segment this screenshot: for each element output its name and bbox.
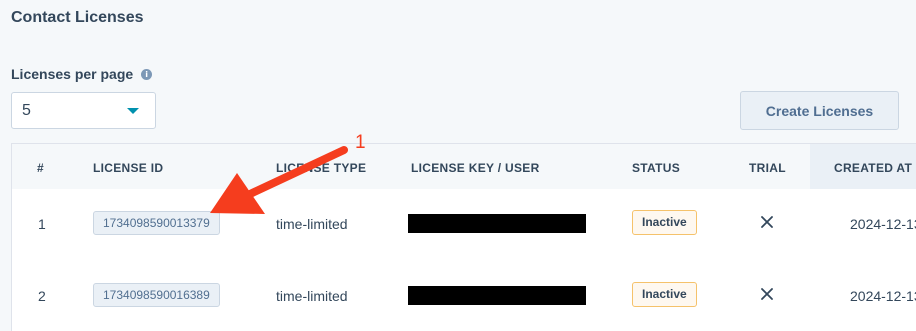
licenses-per-page-select[interactable]: 5 bbox=[11, 92, 156, 129]
licenses-table: # LICENSE ID LICENSE TYPE LICENSE KEY / … bbox=[11, 143, 916, 331]
x-icon bbox=[761, 288, 773, 300]
table-row: 2 1734098590016389 time-limited Inactive… bbox=[12, 261, 916, 331]
status-badge: Inactive bbox=[632, 210, 697, 235]
info-icon[interactable]: i bbox=[141, 68, 153, 80]
chevron-down-icon bbox=[127, 108, 139, 114]
select-value: 5 bbox=[22, 102, 31, 119]
table-header: # LICENSE ID LICENSE TYPE LICENSE KEY / … bbox=[12, 144, 916, 190]
col-header-number[interactable]: # bbox=[37, 161, 44, 175]
table-row: 1 1734098590013379 time-limited Inactive… bbox=[12, 189, 916, 262]
x-icon bbox=[761, 216, 773, 228]
licenses-per-page-text: Licenses per page bbox=[11, 66, 134, 82]
col-header-trial[interactable]: TRIAL bbox=[749, 161, 786, 175]
annotation-number: 1 bbox=[355, 132, 366, 153]
col-header-license-key[interactable]: LICENSE KEY / USER bbox=[411, 161, 540, 175]
create-licenses-button[interactable]: Create Licenses bbox=[740, 91, 899, 130]
redacted-license-key bbox=[408, 214, 586, 233]
license-id-tag[interactable]: 1734098590013379 bbox=[93, 211, 220, 235]
license-id-tag[interactable]: 1734098590016389 bbox=[93, 283, 220, 307]
licenses-per-page-label: Licenses per page i bbox=[11, 66, 153, 82]
col-header-license-type[interactable]: LICENSE TYPE bbox=[276, 161, 366, 175]
col-header-license-id[interactable]: LICENSE ID bbox=[93, 161, 163, 175]
created-at: 2024-12-13 bbox=[850, 216, 916, 232]
col-header-status[interactable]: STATUS bbox=[632, 161, 680, 175]
status-badge: Inactive bbox=[632, 282, 697, 307]
license-type: time-limited bbox=[276, 288, 348, 304]
redacted-license-key bbox=[408, 286, 586, 305]
license-type: time-limited bbox=[276, 216, 348, 232]
col-header-created-at[interactable]: CREATED AT bbox=[834, 161, 912, 175]
row-number: 1 bbox=[38, 216, 46, 232]
page-title: Contact Licenses bbox=[11, 9, 144, 26]
created-at: 2024-12-13 bbox=[850, 288, 916, 304]
row-number: 2 bbox=[38, 288, 46, 304]
